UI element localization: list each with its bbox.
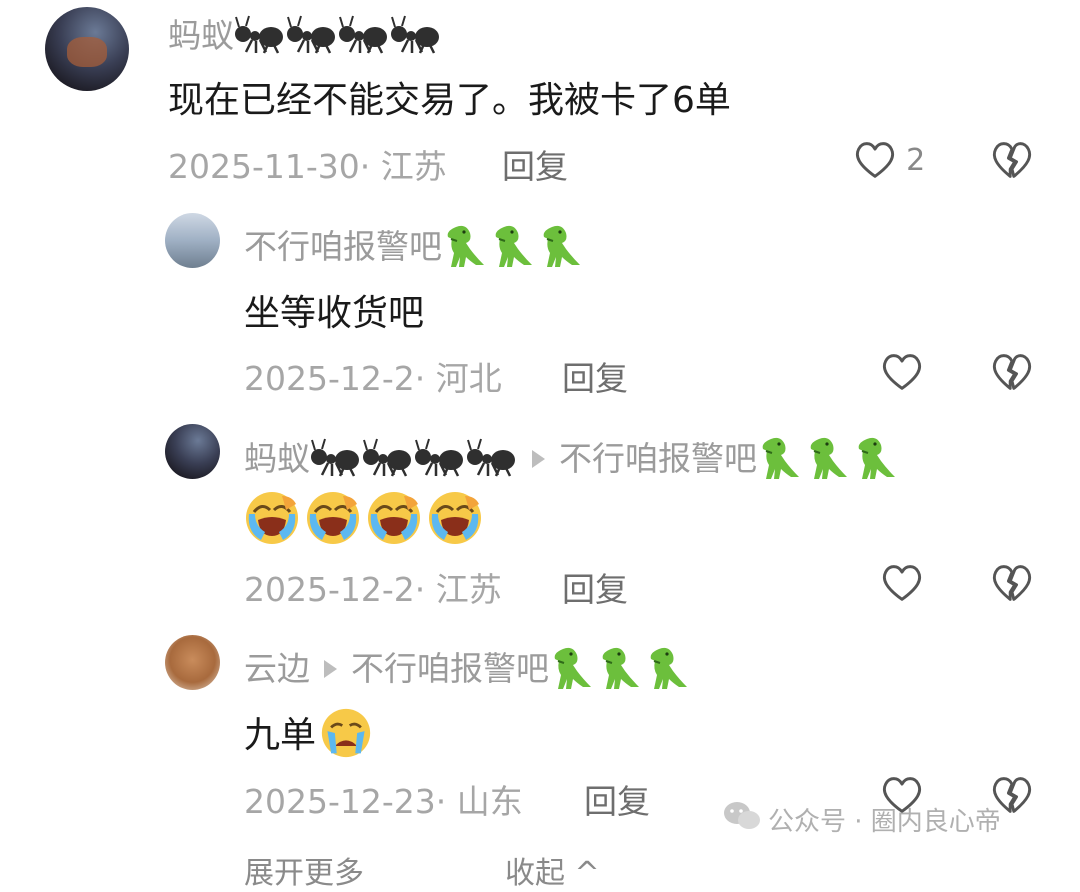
comment-meta: 2025-11-30· 江苏: [168, 147, 447, 186]
comment-text: 坐等收货吧: [244, 293, 425, 334]
ant-icon: [362, 437, 414, 485]
comment-date: 2025-11-30: [168, 147, 360, 186]
comment-location: 江苏: [380, 147, 447, 186]
comment-text: [244, 490, 483, 550]
chevron-up-icon: ^: [565, 856, 600, 891]
crying-face-icon: [427, 490, 483, 550]
ant-icon: [466, 437, 518, 485]
dinosaur-icon: [597, 645, 645, 697]
author-name: 蚂蚁: [168, 16, 234, 55]
comment-author-name[interactable]: 蚂蚁 不行咱报警吧: [244, 432, 901, 487]
crying-face-icon: [305, 490, 361, 550]
comment-meta: 2025-12-23· 山东: [244, 782, 523, 821]
dinosaur-icon: [805, 435, 853, 487]
dislike-button[interactable]: [990, 563, 1034, 603]
reply-to-name[interactable]: 不行咱报警吧: [351, 649, 549, 688]
reply-button[interactable]: 回复: [562, 352, 628, 400]
dinosaur-icon: [757, 435, 805, 487]
comment-author-name[interactable]: 不行咱报警吧: [244, 220, 586, 275]
ant-icon: [390, 14, 442, 62]
heart-icon: [880, 563, 924, 603]
comment-location: 江苏: [435, 570, 502, 609]
avatar[interactable]: [45, 7, 129, 91]
like-button[interactable]: [880, 563, 924, 603]
reply-button[interactable]: 回复: [502, 140, 568, 188]
comment-date: 2025-12-23: [244, 782, 436, 821]
watermark: 公众号 · 圈内良心帝: [722, 800, 1001, 839]
collapse-button[interactable]: 收起 ^: [505, 848, 600, 892]
comment-text-body: 九单: [244, 715, 317, 756]
like-count: 2: [906, 142, 926, 178]
dislike-button[interactable]: [990, 140, 1034, 180]
comment-date: 2025-12-2: [244, 570, 415, 609]
comment-author-name[interactable]: 蚂蚁: [168, 9, 442, 62]
heart-icon: [880, 352, 924, 392]
dinosaur-icon: [490, 223, 538, 275]
expand-more-button[interactable]: 展开更多: [244, 848, 364, 892]
ant-icon: [286, 14, 338, 62]
dinosaur-icon: [853, 435, 901, 487]
crying-face-icon: [366, 490, 422, 550]
comment-date: 2025-12-2: [244, 359, 415, 398]
comment-meta: 2025-12-2· 河北: [244, 359, 502, 398]
author-name: 不行咱报警吧: [244, 227, 442, 266]
avatar[interactable]: [165, 635, 220, 690]
comment-location: 河北: [435, 359, 502, 398]
reply-button[interactable]: 回复: [584, 775, 650, 823]
comment-location: 山东: [456, 782, 523, 821]
crying-face-icon: [244, 490, 300, 550]
broken-heart-icon: [990, 140, 1034, 180]
reply-to-name[interactable]: 不行咱报警吧: [559, 439, 757, 478]
reply-arrow-icon: [324, 659, 337, 678]
like-button[interactable]: [880, 352, 924, 392]
broken-heart-icon: [990, 563, 1034, 603]
avatar[interactable]: [165, 424, 220, 479]
broken-heart-icon: [990, 352, 1034, 392]
dinosaur-icon: [549, 645, 597, 697]
wechat-icon: [722, 800, 762, 839]
comment-author-name[interactable]: 云边 不行咱报警吧: [244, 642, 693, 697]
reply-arrow-icon: [532, 449, 545, 468]
dinosaur-icon: [442, 223, 490, 275]
heart-icon: [853, 140, 897, 180]
ant-icon: [310, 437, 362, 485]
like-button[interactable]: 2: [853, 140, 925, 180]
collapse-label: 收起: [505, 856, 565, 891]
ant-icon: [338, 14, 390, 62]
ant-icon: [414, 437, 466, 485]
author-name: 蚂蚁: [244, 439, 310, 478]
reply-button[interactable]: 回复: [562, 563, 628, 611]
sad-crying-face-icon: [320, 707, 372, 768]
author-name: 云边: [244, 649, 310, 688]
comment-meta: 2025-12-2· 江苏: [244, 570, 502, 609]
watermark-text: 公众号 · 圈内良心帝: [768, 807, 1001, 837]
dinosaur-icon: [538, 223, 586, 275]
avatar[interactable]: [165, 213, 220, 268]
ant-icon: [234, 14, 286, 62]
dislike-button[interactable]: [990, 352, 1034, 392]
dinosaur-icon: [645, 645, 693, 697]
comment-text: 现在已经不能交易了。我被卡了6单: [168, 80, 731, 121]
comment-text: 九单: [244, 706, 372, 768]
